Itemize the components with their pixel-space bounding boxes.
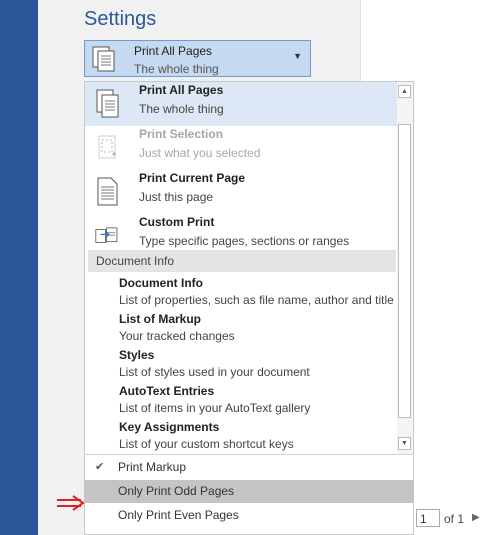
next-page-icon[interactable]: ▶ bbox=[472, 512, 480, 523]
document-pages-icon bbox=[96, 89, 119, 118]
dropdown-list: Print All Pages The whole thing Print Se… bbox=[85, 82, 398, 454]
option-key-assignments[interactable]: Key Assignments List of your custom shor… bbox=[119, 420, 395, 454]
option-title: Custom Print bbox=[139, 215, 215, 229]
option-description: List of styles used in your document bbox=[119, 365, 310, 379]
option-description: The whole thing bbox=[139, 102, 224, 116]
dropdown-scrollbar[interactable]: ▲ ▼ bbox=[397, 82, 413, 454]
checkmark-icon: ✔ bbox=[95, 461, 105, 473]
option-title: Print All Pages bbox=[139, 83, 224, 97]
custom-print-icon bbox=[95, 227, 118, 243]
option-title: Key Assignments bbox=[119, 420, 220, 434]
toggle-label: Only Print Even Pages bbox=[118, 508, 239, 522]
single-page-icon bbox=[97, 177, 118, 206]
option-print-all-pages[interactable]: Print All Pages The whole thing bbox=[85, 82, 397, 126]
option-title: Document Info bbox=[119, 276, 203, 290]
toggle-print-markup[interactable]: ✔ Print Markup bbox=[85, 456, 413, 479]
scroll-down-icon[interactable]: ▼ bbox=[398, 437, 411, 450]
settings-heading: Settings bbox=[84, 8, 157, 30]
document-pages-icon bbox=[92, 46, 115, 72]
page-number-input[interactable]: 1 bbox=[416, 509, 440, 527]
option-styles[interactable]: Styles List of styles used in your docum… bbox=[119, 348, 395, 384]
option-document-info[interactable]: Document Info List of properties, such a… bbox=[119, 276, 395, 312]
dropdown-arrow-icon[interactable]: ▼ bbox=[293, 51, 302, 61]
backstage-nav-strip bbox=[0, 0, 38, 535]
option-title: Print Current Page bbox=[139, 171, 246, 185]
toggle-label: Print Markup bbox=[118, 460, 187, 474]
annotation-arrow-icon bbox=[57, 495, 85, 511]
page-navigator: 1 of 1 ▶ bbox=[414, 509, 492, 529]
option-description: Just what you selected bbox=[139, 146, 261, 160]
print-range-selector[interactable]: Print All Pages The whole thing ▼ bbox=[84, 40, 311, 77]
option-description: Just this page bbox=[139, 190, 214, 204]
option-description: List of items in your AutoText gallery bbox=[119, 401, 311, 415]
selection-icon bbox=[98, 135, 116, 159]
print-range-dropdown: Print All Pages The whole thing Print Se… bbox=[84, 81, 414, 535]
scrollbar-thumb[interactable] bbox=[398, 124, 411, 418]
toggle-only-print-odd-pages[interactable]: Only Print Odd Pages bbox=[85, 480, 413, 503]
section-header-label: Document Info bbox=[96, 254, 175, 268]
dropdown-separator bbox=[85, 454, 413, 455]
option-autotext-entries[interactable]: AutoText Entries List of items in your A… bbox=[119, 384, 395, 420]
option-description: Your tracked changes bbox=[119, 329, 235, 343]
option-description: List of properties, such as file name, a… bbox=[119, 293, 394, 307]
page-count-label: of 1 bbox=[444, 512, 465, 526]
option-description: Type specific pages, sections or ranges bbox=[139, 234, 350, 248]
option-title: Print Selection bbox=[139, 127, 224, 141]
document-info-header: Document Info bbox=[88, 250, 396, 272]
option-print-selection: Print Selection Just what you selected bbox=[85, 126, 397, 170]
option-list-of-markup[interactable]: List of Markup Your tracked changes bbox=[119, 312, 395, 348]
scroll-up-icon[interactable]: ▲ bbox=[398, 85, 411, 98]
toggle-only-print-even-pages[interactable]: Only Print Even Pages bbox=[85, 504, 413, 527]
option-title: Styles bbox=[119, 348, 155, 362]
toggle-label: Only Print Odd Pages bbox=[118, 484, 235, 498]
selector-description: The whole thing bbox=[134, 62, 219, 76]
option-title: List of Markup bbox=[119, 312, 202, 326]
selector-title: Print All Pages bbox=[134, 44, 213, 58]
option-description: List of your custom shortcut keys bbox=[119, 437, 294, 451]
option-title: AutoText Entries bbox=[119, 384, 215, 398]
option-print-current-page[interactable]: Print Current Page Just this page bbox=[85, 170, 397, 214]
